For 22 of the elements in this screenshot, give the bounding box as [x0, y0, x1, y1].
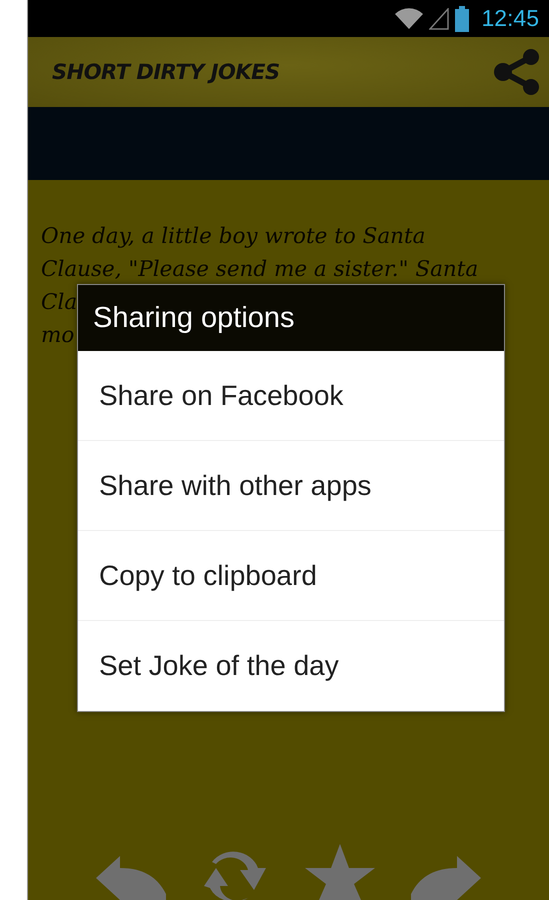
joke-text-line: Clause, "Please send me a sister." Santa [41, 256, 478, 284]
joke-text-line: Cla [41, 289, 78, 317]
menu-item[interactable]: Copy to clipboard [78, 531, 504, 621]
menu-item[interactable]: Share with other apps [78, 441, 504, 531]
joke-text-line: One day, a little boy wrote to Santa [41, 223, 426, 251]
star-icon [304, 844, 375, 900]
forward-arrow-button[interactable] [410, 856, 481, 900]
menu-item[interactable]: Set Joke of the day [78, 621, 504, 711]
forward-arrow-icon [410, 856, 481, 900]
star-button[interactable] [304, 844, 375, 900]
share-button[interactable] [493, 49, 541, 95]
joke-text-line: mo [41, 322, 74, 350]
clock-time: 12:45 [481, 5, 539, 32]
menu-item[interactable]: Share on Facebook [78, 351, 504, 441]
battery-icon [455, 6, 470, 32]
wifi-icon [395, 8, 424, 30]
back-arrow-icon [96, 856, 166, 900]
app-title: SHORT DIRTY JOKES [52, 60, 280, 84]
signal-icon [429, 8, 450, 30]
dialog-title: Sharing options [78, 285, 504, 351]
back-arrow-button[interactable] [96, 856, 166, 900]
share-icon [493, 49, 541, 95]
